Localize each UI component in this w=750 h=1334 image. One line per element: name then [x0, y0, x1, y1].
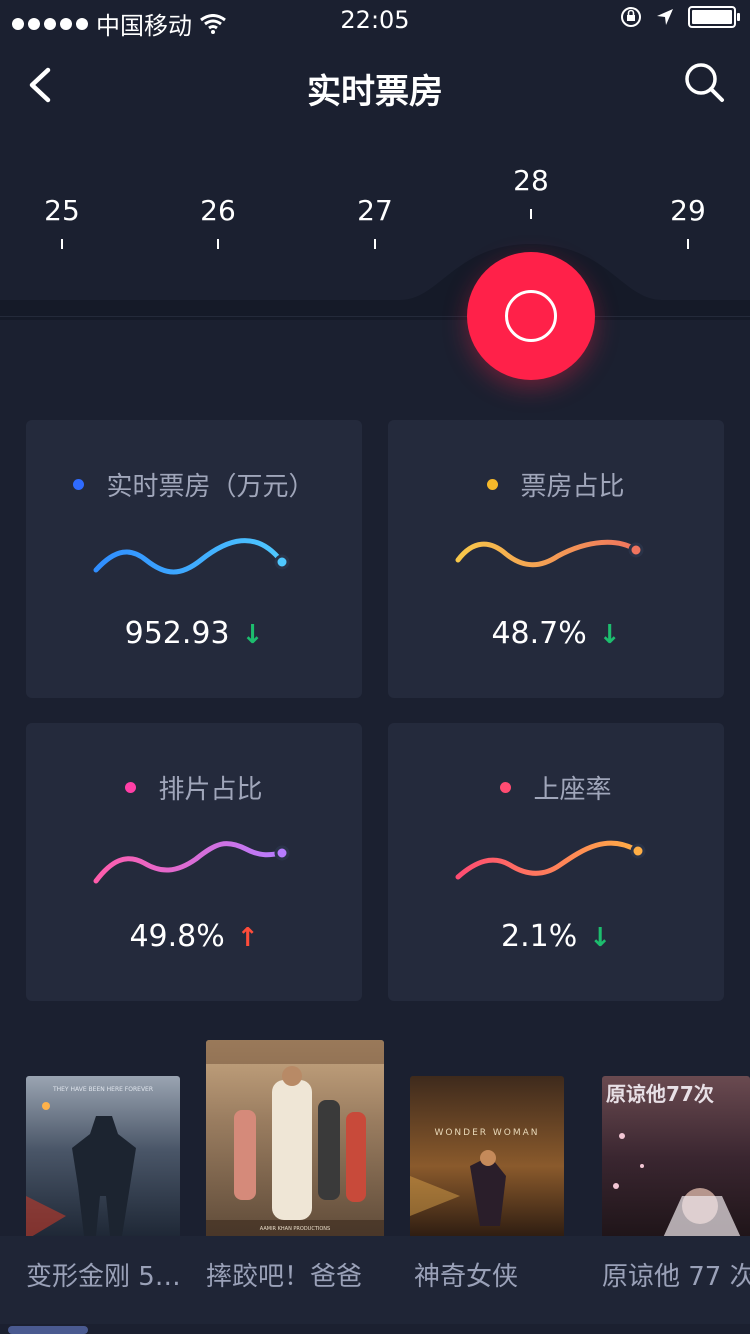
date-label: 27 — [357, 194, 393, 227]
sparkline — [455, 840, 646, 880]
poster-footer: AAMIR KHAN PRODUCTIONS — [259, 1226, 331, 1232]
movie-title[interactable]: 变形金刚 5… — [26, 1256, 181, 1293]
status-right — [620, 6, 740, 28]
poster-wonder-woman[interactable]: WONDER WOMAN — [410, 1076, 564, 1240]
sparkline — [93, 538, 290, 575]
wrestlers-figure-icon — [206, 1040, 384, 1240]
poster-dangal[interactable]: AAMIR KHAN PRODUCTIONS — [206, 1040, 384, 1240]
trend-down-icon: ↓ — [241, 620, 264, 650]
heroine-figure-icon — [410, 1150, 506, 1226]
card-label: 票房占比 — [388, 466, 724, 503]
date-selector-knob[interactable] — [467, 252, 595, 380]
sparkline — [93, 841, 290, 884]
date-label: 28 — [513, 164, 549, 197]
date-tick — [530, 209, 532, 219]
card-box-office-share[interactable]: 票房占比 48.7% ↓ — [388, 420, 724, 698]
date-label: 29 — [670, 194, 706, 227]
date-label: 26 — [200, 194, 236, 227]
movie-title[interactable]: 摔跤吧！爸爸 — [206, 1256, 362, 1293]
card-label: 上座率 — [388, 769, 724, 806]
legend-dot — [73, 479, 85, 490]
value-text: 48.7% — [491, 616, 587, 651]
card-label: 排片占比 — [26, 769, 362, 806]
date-label: 25 — [44, 194, 80, 227]
couple-figure-icon — [613, 1133, 742, 1240]
card-label: 实时票房（万元） — [26, 466, 362, 503]
knob-ring-icon — [505, 290, 557, 342]
card-label-text: 排片占比 — [158, 775, 263, 805]
movie-title-list: 变形金刚 5… 摔跤吧！爸爸 神奇女侠 原谅他 77 次 — [0, 1236, 750, 1324]
card-screening-share[interactable]: 排片占比 49.8% ↑ — [26, 723, 362, 1001]
card-label-text: 实时票房（万元） — [106, 472, 315, 502]
battery-icon — [688, 6, 740, 28]
status-bar: 中国移动 22:05 — [0, 0, 750, 40]
card-label-text: 上座率 — [533, 775, 612, 805]
card-value: 49.8% ↑ — [26, 919, 362, 954]
page-title: 实时票房 — [307, 72, 443, 112]
legend-dot — [125, 782, 137, 793]
location-icon — [657, 9, 673, 25]
card-realtime-box-office[interactable]: 实时票房（万元） 952.93 ↓ — [26, 420, 362, 698]
trend-down-icon: ↓ — [589, 923, 611, 953]
selector-wave — [0, 244, 750, 320]
movie-title[interactable]: 原谅他 77 次 — [602, 1256, 750, 1293]
orientation-lock-icon — [621, 7, 641, 27]
sparkline — [455, 539, 644, 568]
legend-dot — [487, 479, 499, 490]
card-value: 48.7% ↓ — [388, 616, 724, 651]
value-text: 952.93 — [124, 616, 230, 651]
robot-figure-icon — [26, 1102, 136, 1240]
card-label-text: 票房占比 — [520, 472, 625, 502]
horizontal-scrollbar[interactable] — [0, 1324, 750, 1334]
scrollbar-thumb[interactable] — [8, 1326, 88, 1334]
legend-dot — [500, 782, 512, 793]
divider — [0, 316, 750, 317]
search-icon[interactable] — [682, 60, 726, 104]
navigation-bar: 实时票房 — [0, 50, 750, 120]
date-item-28[interactable]: 28 — [491, 164, 571, 219]
movie-poster-list: THEY HAVE BEEN HERE FOREVER AAMIR KHAN P… — [0, 1040, 750, 1240]
poster-transformers[interactable]: THEY HAVE BEEN HERE FOREVER — [26, 1076, 180, 1240]
card-value: 952.93 ↓ — [26, 616, 362, 651]
trend-up-icon: ↑ — [236, 923, 259, 953]
poster-forgive-him[interactable]: 原谅他77次 — [602, 1076, 750, 1240]
card-value: 2.1% ↓ — [388, 919, 724, 954]
trend-down-icon: ↓ — [598, 620, 621, 650]
card-occupancy-rate[interactable]: 上座率 2.1% ↓ — [388, 723, 724, 1001]
value-text: 2.1% — [500, 919, 578, 954]
movie-title[interactable]: 神奇女侠 — [414, 1256, 518, 1293]
value-text: 49.8% — [129, 919, 225, 954]
